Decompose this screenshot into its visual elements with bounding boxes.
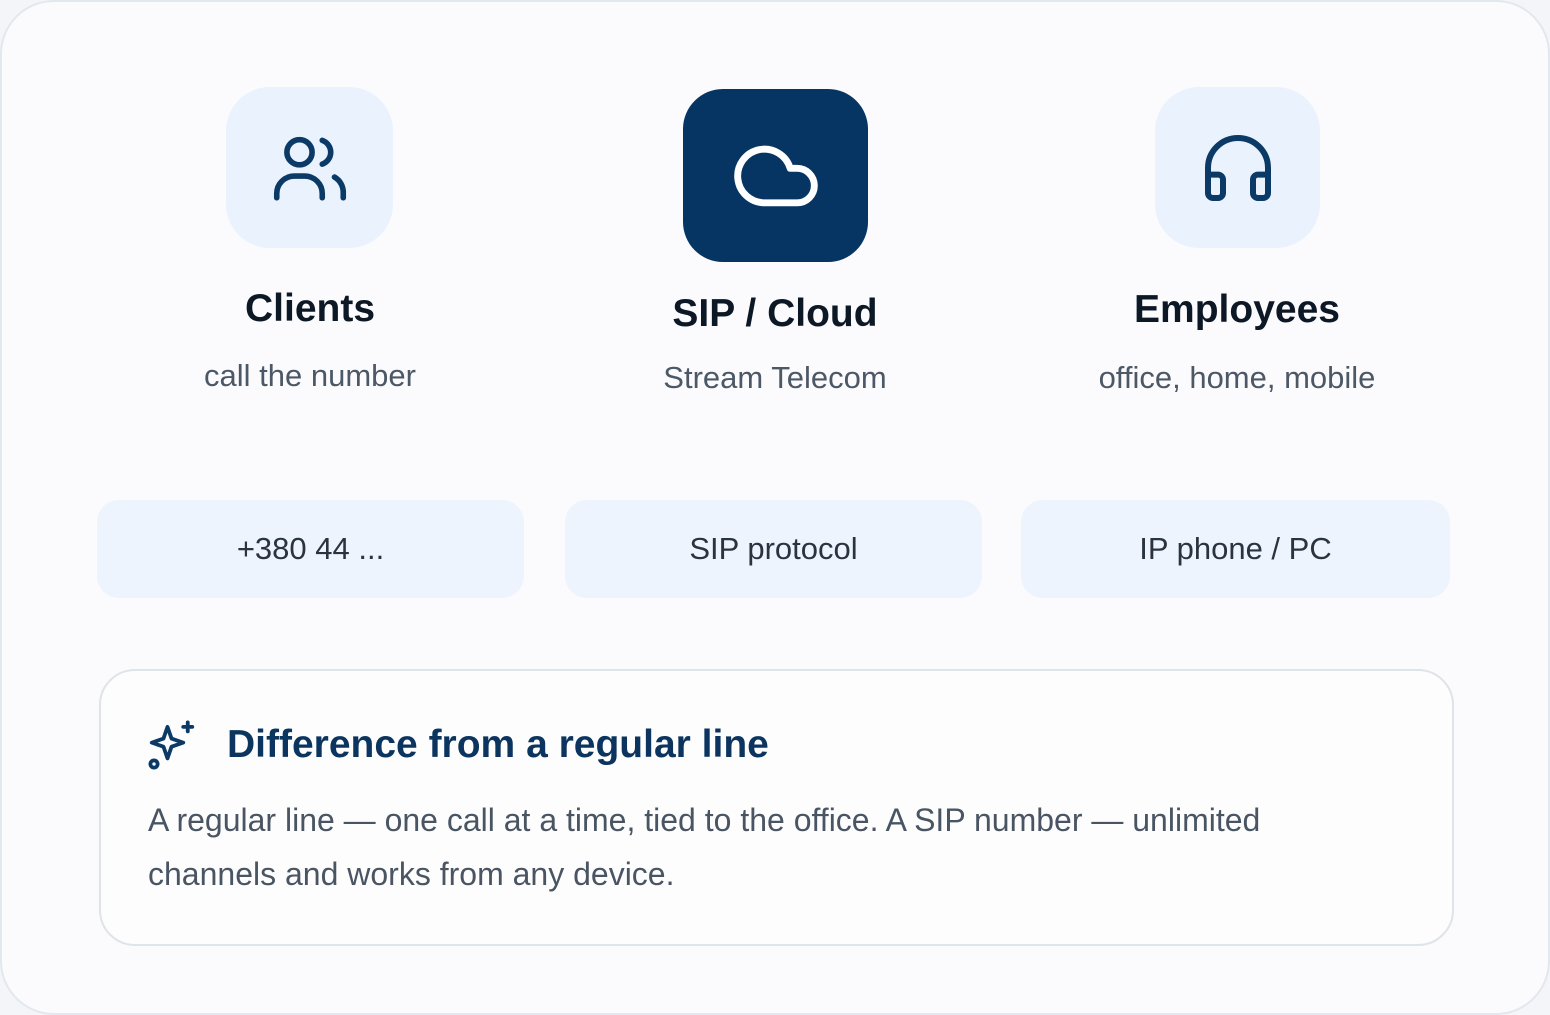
headphones-icon (1204, 134, 1271, 201)
cloud-icon (733, 145, 818, 206)
clients-tile (226, 87, 393, 248)
difference-note: Difference from a regular line A regular… (99, 669, 1454, 946)
pill-ip-phone: IP phone / PC (1021, 500, 1450, 598)
note-title: Difference from a regular line (227, 723, 769, 766)
pill-sip-protocol: SIP protocol (565, 500, 982, 598)
clients-subtitle: call the number (204, 358, 416, 393)
diagram-card: Clients call the number SIP / Cloud Stre… (0, 0, 1550, 1015)
employees-title: Employees (1134, 288, 1340, 331)
node-employees: Employees office, home, mobile (1056, 2, 1418, 422)
employees-subtitle: office, home, mobile (1098, 360, 1376, 395)
sip-cloud-title: SIP / Cloud (672, 292, 878, 335)
sparkles-icon (148, 720, 195, 770)
note-body: A regular line — one call at a time, tie… (148, 802, 1261, 892)
employees-tile (1155, 87, 1320, 248)
users-icon (273, 136, 346, 201)
sip-cloud-tile (683, 89, 868, 262)
clients-title: Clients (244, 287, 376, 330)
pill-phone-number: +380 44 ... (97, 500, 524, 598)
node-sip-cloud: SIP / Cloud Stream Telecom (594, 2, 956, 422)
sip-cloud-subtitle: Stream Telecom (663, 360, 887, 395)
node-clients: Clients call the number (132, 2, 488, 422)
